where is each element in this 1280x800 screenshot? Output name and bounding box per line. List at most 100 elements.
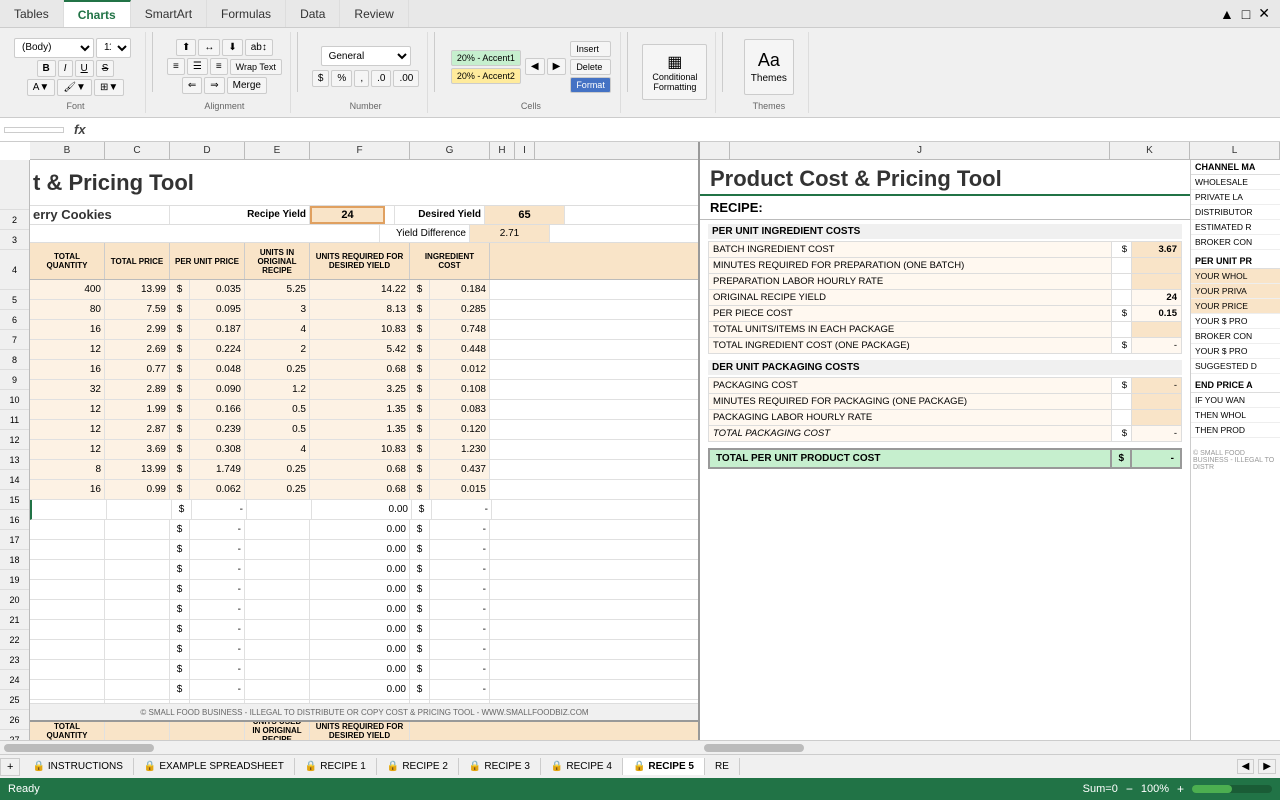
font-family-select[interactable]: (Body) [14, 38, 94, 58]
add-sheet-btn[interactable]: + [0, 758, 20, 776]
col-header-h: H [490, 142, 515, 159]
table-row: 32 2.89 $ 0.090 1.2 3.25 $ 0.108 [30, 380, 698, 400]
tab-recipe1-icon: 🔒 [305, 761, 317, 772]
align-top-btn[interactable]: ⬆ [176, 39, 196, 56]
tab-charts[interactable]: Charts [64, 0, 131, 27]
wrap-text-btn[interactable]: Wrap Text [230, 59, 282, 75]
ingredient-label-1: BATCH INGREDIENT COST [709, 242, 1112, 258]
tab-recipe1[interactable]: 🔒 RECIPE 1 [295, 758, 377, 775]
table-row: 12 1.99 $ 0.166 0.5 1.35 $ 0.083 [30, 400, 698, 420]
tab-nav-left[interactable]: ◀ [1237, 759, 1255, 774]
ingredient-label-6: TOTAL UNITS/ITEMS IN EACH PACKAGE [709, 322, 1112, 338]
font-size-select[interactable]: 11 [96, 38, 131, 58]
italic-btn[interactable]: I [58, 60, 73, 77]
copyright-left: © SMALL FOOD BUSINESS - ILLEGAL TO DISTR… [30, 704, 698, 720]
bold-btn[interactable]: B [37, 60, 56, 77]
tab-data[interactable]: Data [286, 0, 340, 27]
scroll-right-btn[interactable]: ▶ [547, 58, 567, 75]
accent1-btn[interactable]: 20% - Accent1 [451, 50, 521, 66]
conditional-formatting-btn[interactable]: ▦ Conditional Formatting [642, 44, 707, 100]
ribbon-group-number: General $ % , .0 .00 Number [304, 32, 429, 113]
pup-your-price: YOUR PRICE [1191, 299, 1280, 314]
zoom-in-btn[interactable]: + [1177, 782, 1184, 796]
dec-dec-btn[interactable]: .00 [393, 70, 419, 87]
yield-diff-label: Yield Difference [380, 225, 470, 242]
packaging-value-2[interactable] [1132, 394, 1182, 410]
tab-review[interactable]: Review [340, 0, 408, 27]
ingredient-value-2[interactable] [1132, 258, 1182, 274]
number-format-select[interactable]: General [321, 46, 411, 66]
desired-yield-value[interactable]: 65 [485, 206, 565, 223]
close-btn[interactable]: ✕ [1256, 3, 1272, 24]
themes-btn[interactable]: Aa Themes [744, 39, 794, 95]
tab-recipe4-icon: 🔒 [551, 761, 563, 772]
minimize-btn[interactable]: ▲ [1218, 4, 1236, 24]
tab-recipe1-label: RECIPE 1 [320, 761, 366, 772]
currency-btn[interactable]: $ [312, 70, 330, 87]
tab-formulas[interactable]: Formulas [207, 0, 286, 27]
packaging-label-4: TOTAL PACKAGING COST [709, 426, 1112, 442]
indent-dec-btn[interactable]: ⇐ [182, 77, 202, 94]
dec-inc-btn[interactable]: .0 [371, 70, 391, 87]
format-btn[interactable]: Format [570, 77, 611, 93]
tab-tables[interactable]: Tables [0, 0, 64, 27]
font-color-btn[interactable]: A▼ [27, 79, 56, 96]
ingredient-value-3[interactable] [1132, 274, 1182, 290]
strikethrough-btn[interactable]: S [96, 60, 115, 77]
formula-input[interactable] [96, 124, 1276, 136]
comma-btn[interactable]: , [354, 70, 369, 87]
h-scrollbar-area[interactable] [0, 740, 1280, 754]
table-row: 12 2.87 $ 0.239 0.5 1.35 $ 0.120 [30, 420, 698, 440]
indent-inc-btn[interactable]: ⇒ [204, 77, 224, 94]
recipe-yield-value[interactable]: 24 [310, 206, 385, 223]
col-header-c: C [105, 142, 170, 159]
tab-recipe4[interactable]: 🔒 RECIPE 4 [541, 758, 623, 775]
tab-instructions[interactable]: 🔒 INSTRUCTIONS [22, 758, 133, 775]
underline-btn[interactable]: U [75, 60, 94, 77]
table-row: $ - 0.00 $ - [30, 560, 698, 580]
percent-btn[interactable]: % [331, 70, 352, 87]
align-right-btn[interactable]: ≡ [210, 58, 228, 75]
tab-nav-right[interactable]: ▶ [1258, 759, 1276, 774]
packaging-value-3[interactable] [1132, 410, 1182, 426]
scroll-left-btn[interactable]: ◀ [525, 58, 545, 75]
tab-re[interactable]: RE [705, 758, 740, 775]
zoom-slider[interactable] [1192, 785, 1272, 793]
tab-recipe2[interactable]: 🔒 RECIPE 2 [377, 758, 459, 775]
align-middle-btn[interactable]: ↔ [198, 39, 220, 56]
number-group-label: Number [350, 101, 382, 111]
maximize-btn[interactable]: □ [1240, 4, 1252, 24]
accent2-btn[interactable]: 20% - Accent2 [451, 68, 521, 84]
delete-btn[interactable]: Delete [570, 59, 611, 75]
tab-recipe3-icon: 🔒 [469, 761, 481, 772]
align-left-btn[interactable]: ≡ [167, 58, 185, 75]
orientation-btn[interactable]: ab↕ [245, 39, 273, 56]
h-scrollbar-thumb-right[interactable] [704, 744, 804, 752]
tab-smartart[interactable]: SmartArt [131, 0, 207, 27]
ingredient-value-1[interactable]: 3.67 [1132, 242, 1182, 258]
recipe-label: RECIPE: [700, 196, 1190, 220]
borders-btn[interactable]: ⊞▼ [94, 79, 124, 96]
tab-recipe3[interactable]: 🔒 RECIPE 3 [459, 758, 541, 775]
table-row: $ - 0.00 $ - [30, 580, 698, 600]
separator-2 [297, 32, 298, 92]
ribbon-group-themes: Aa Themes Themes [729, 32, 809, 113]
tab-recipe5[interactable]: 🔒 RECIPE 5 [623, 758, 705, 775]
zoom-out-btn[interactable]: − [1126, 782, 1133, 796]
insert-btn[interactable]: Insert [570, 41, 611, 57]
fill-color-btn[interactable]: 🖌▼ [57, 79, 92, 96]
channel-estimated: ESTIMATED R [1191, 220, 1280, 235]
total-cost-value: - [1131, 449, 1181, 468]
cell-reference-box[interactable] [4, 127, 64, 133]
ingredient-value-6[interactable] [1132, 322, 1182, 338]
h-scrollbar-thumb[interactable] [4, 744, 154, 752]
packaging-value-1[interactable]: - [1132, 378, 1182, 394]
table-row: $ - 0.00 $ - [30, 500, 698, 520]
align-center-btn[interactable]: ☰ [187, 58, 208, 75]
merge-btn[interactable]: Merge [227, 77, 267, 94]
table-row: 80 7.59 $ 0.095 3 8.13 $ 0.285 [30, 300, 698, 320]
col-header-f: F [310, 142, 410, 159]
tab-recipe2-icon: 🔒 [387, 761, 399, 772]
align-bottom-btn[interactable]: ⬇ [222, 39, 242, 56]
tab-example[interactable]: 🔒 EXAMPLE SPREADSHEET [134, 758, 295, 775]
